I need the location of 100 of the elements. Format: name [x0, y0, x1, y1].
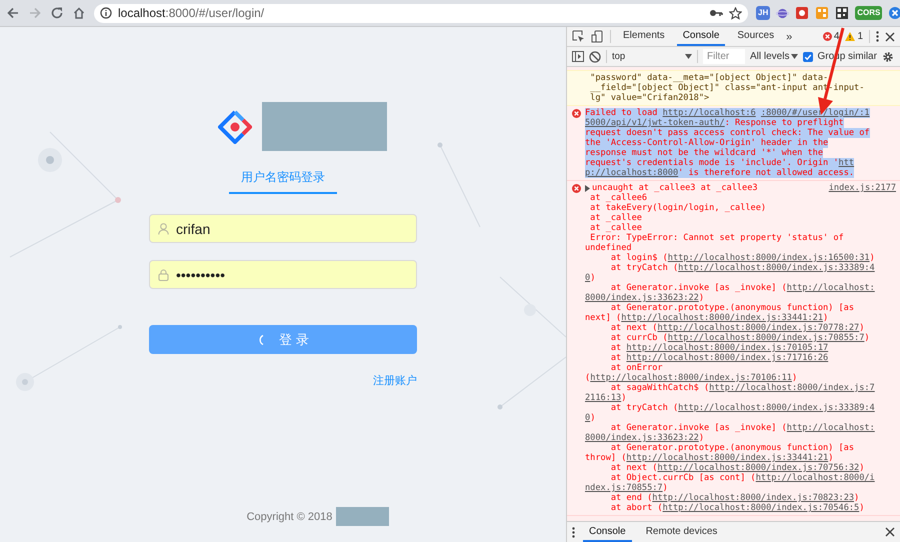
- console-link[interactable]: http://localhost:8000/index.js:70105:17: [626, 343, 828, 353]
- back-icon[interactable]: [6, 6, 20, 20]
- console-text: at next (http://localhost:8000/index.js:70778:27): [610, 323, 864, 333]
- drawer-tab[interactable]: Console: [583, 522, 632, 542]
- lock-icon: [158, 269, 169, 281]
- group-similar-checkbox[interactable]: [803, 52, 814, 62]
- console-link[interactable]: http://localhost:8000/index.js:33441:21: [621, 313, 823, 323]
- console-link[interactable]: http://localhost:: [786, 283, 875, 293]
- console-link[interactable]: http://localhost:: [786, 423, 875, 433]
- planet-icon[interactable]: [776, 6, 790, 20]
- device-toolbar-icon[interactable]: [591, 30, 604, 43]
- caret-icon: [791, 54, 798, 59]
- console-text: at sagaWithCatch$ (http://localhost:8000/index.js:7: [610, 383, 875, 393]
- filter-field[interactable]: Filter: [703, 49, 745, 64]
- info-icon[interactable]: [100, 7, 112, 19]
- console-link[interactable]: http://localhost:8000/index.js:16500:31: [668, 253, 870, 263]
- clear-console-icon[interactable]: [589, 50, 601, 62]
- console-link[interactable]: http://localhost:6: [662, 108, 756, 118]
- console-text: at onError: [610, 363, 663, 373]
- inspect-element-icon[interactable]: [572, 30, 585, 43]
- console-link[interactable]: http://localhost:8000/index.js:7: [709, 383, 875, 393]
- error-message[interactable]: [567, 106, 900, 181]
- console-text: at end (http://localhost:8000/index.js:70823:23): [610, 493, 860, 503]
- console-link[interactable]: http://localhost:8000/index.js:70855:7: [668, 333, 864, 343]
- console-link[interactable]: http://localhost:8000/index.js:70106:11: [590, 373, 792, 383]
- close-icon[interactable]: [885, 527, 895, 537]
- extension-badge[interactable]: JH: [756, 6, 770, 20]
- sidebar-toggle-icon[interactable]: [572, 51, 584, 62]
- username-field[interactable]: crifan: [149, 214, 417, 243]
- console-text: next] (http://localhost:8000/index.js:33441:21): [585, 313, 828, 323]
- console-text: uncaught at _callee3 at _callee3: [592, 183, 758, 193]
- reload-icon[interactable]: [50, 6, 64, 20]
- console-text: at currCb (http://localhost:8000/index.js:70855:7): [610, 333, 870, 343]
- console-text: 8000/index.js:33623:22): [585, 433, 704, 443]
- console-link[interactable]: :8000/#/user/login/:1: [760, 108, 870, 118]
- console-link[interactable]: http://localhost:8000/index.js:33389:4: [678, 263, 875, 273]
- console-text: at login$ (http://localhost:8000/index.js:16500:31): [610, 253, 875, 263]
- console-text: 0): [585, 413, 596, 423]
- extension-badge[interactable]: CORS: [855, 6, 882, 20]
- console-link[interactable]: p://localhost:8000: [585, 168, 678, 178]
- console-text: at http://localhost:8000/index.js:71716:26: [610, 353, 828, 363]
- drawer-tab[interactable]: Remote devices: [640, 522, 724, 542]
- console-link[interactable]: ndex.js:70855:7: [585, 483, 663, 493]
- console-text: at Object.currCb [as cont] (http://localhost:8000/i: [610, 473, 875, 483]
- console-text: at tryCatch (http://localhost:8000/index.js:33389:4: [610, 263, 875, 273]
- context-dropdown[interactable]: top: [612, 51, 692, 62]
- console-text: request doesn't pass access control check: The value of: [585, 128, 870, 138]
- console-link[interactable]: http://localhost:8000/index.js:70756:32: [657, 463, 860, 473]
- console-text: response must not be the wildcard '*' when the: [585, 148, 823, 158]
- copyright-text: Copyright © 2018: [246, 510, 332, 522]
- console-link[interactable]: http://localhost:8000/i: [756, 473, 875, 483]
- redacted-block: [336, 507, 390, 526]
- console-link[interactable]: http://localhost:8000/index.js:70823:23: [652, 493, 854, 503]
- star-icon[interactable]: [729, 6, 742, 20]
- console-link[interactable]: http://localhost:8000/index.js:33389:4: [678, 403, 875, 413]
- error-message[interactable]: [567, 181, 900, 516]
- kebab-menu-icon[interactable]: [572, 526, 575, 538]
- password-field[interactable]: ••••••••••: [149, 260, 417, 289]
- console-text: at next (http://localhost:8000/index.js:70756:32): [610, 463, 864, 473]
- console-text: at Generator.invoke [as _invoke] (http://localhost:: [610, 283, 875, 293]
- warning-count[interactable]: 1: [857, 31, 863, 42]
- console-link[interactable]: htt: [838, 158, 854, 168]
- key-icon[interactable]: [709, 7, 723, 19]
- close-icon[interactable]: [885, 32, 895, 42]
- console-link[interactable]: 8000/index.js:33623:22: [585, 433, 699, 443]
- console-link[interactable]: http://localhost:8000/index.js:33441:21: [626, 453, 828, 463]
- kebab-menu-icon[interactable]: [876, 31, 879, 42]
- console-text: 2116:13): [585, 393, 626, 403]
- error-count[interactable]: 4: [834, 31, 840, 42]
- levels-dropdown[interactable]: All levels: [750, 51, 798, 62]
- console-link[interactable]: http://localhost:8000/index.js:70546:5: [662, 503, 860, 513]
- settings-icon[interactable]: [882, 50, 894, 62]
- console-text: 0): [585, 273, 596, 283]
- more-tabs-button[interactable]: »: [786, 30, 792, 42]
- console-text: lg" value="Crifan2018">: [590, 93, 710, 103]
- console-text: at _callee: [590, 213, 642, 223]
- devtools-tab[interactable]: Elements: [617, 27, 671, 46]
- console-text: ndex.js:70855:7): [585, 483, 668, 493]
- console-link[interactable]: 8000/index.js:33623:22: [585, 293, 699, 303]
- console-text: at takeEvery(login/login, _callee): [590, 203, 766, 213]
- console-text: request's credentials mode is 'include'. Origin 'htt: [585, 158, 854, 168]
- console-text: 5000/api/v1/jwt-token-auth/: Response to preflight: [585, 118, 844, 128]
- console-text: 8000/index.js:33623:22): [585, 293, 704, 303]
- console-link[interactable]: http://localhost:8000/index.js:71716:26: [626, 353, 828, 363]
- devtools-tab[interactable]: Sources: [731, 27, 780, 46]
- qr-code-icon[interactable]: [835, 6, 850, 20]
- console-link[interactable]: 0: [585, 413, 590, 423]
- console-link[interactable]: http://localhost:8000/index.js:70778:27: [657, 323, 860, 333]
- expand-triangle-icon[interactable]: [585, 184, 591, 192]
- console-link[interactable]: 2116:13: [585, 393, 622, 403]
- home-icon[interactable]: [72, 6, 86, 20]
- console-link[interactable]: 0: [585, 273, 590, 283]
- console-text: at Generator.invoke [as _invoke] (http://localhost:: [610, 423, 875, 433]
- console-link[interactable]: 5000/api/v1/jwt-token-auth/: [585, 118, 725, 128]
- source-link[interactable]: index.js:2177: [828, 183, 896, 193]
- console-text: at tryCatch (http://localhost:8000/index.js:33389:4: [610, 403, 875, 413]
- console-text: Error: TypeError: Cannot set property 'status' of: [590, 233, 844, 243]
- logo-icon: [218, 110, 252, 144]
- warning-icon: [845, 32, 856, 41]
- console-text: undefined: [585, 243, 632, 253]
